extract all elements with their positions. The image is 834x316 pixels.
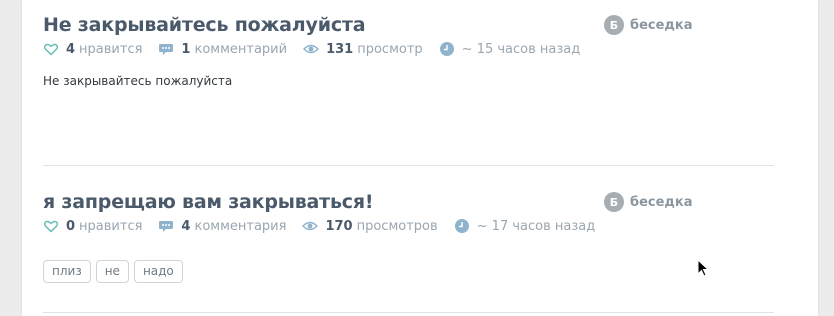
divider — [43, 312, 774, 313]
like-button[interactable]: 4 нравится — [43, 41, 142, 57]
clock-icon — [454, 219, 469, 233]
comments-link[interactable]: 4 комментария — [158, 218, 286, 234]
eye-icon — [303, 44, 320, 54]
category-link[interactable]: Б беседка — [604, 192, 693, 212]
comments-count: 1 — [181, 41, 191, 57]
comments-label: комментарий — [194, 41, 288, 57]
post-time: ~ 15 часов назад — [461, 41, 581, 57]
tag[interactable]: не — [95, 260, 129, 283]
mouse-cursor-icon — [697, 259, 709, 277]
time-stat: ~ 17 часов назад — [454, 218, 596, 234]
comments-count: 4 — [181, 218, 191, 234]
time-stat: ~ 15 часов назад — [439, 41, 581, 57]
views-label: просмотр — [357, 41, 423, 57]
views-count: 131 — [326, 41, 354, 57]
views-stat: 131 просмотр — [303, 41, 423, 57]
views-stat: 170 просмотров — [302, 218, 438, 234]
likes-label: нравится — [79, 41, 143, 57]
eye-icon — [302, 221, 319, 231]
category-link[interactable]: Б беседка — [604, 15, 693, 35]
category-letter-badge: Б — [604, 192, 624, 212]
speech-bubble-icon — [159, 221, 174, 232]
likes-count: 4 — [66, 41, 76, 57]
comments-label: комментария — [194, 218, 287, 234]
category-label: беседка — [630, 17, 693, 33]
tag[interactable]: плиз — [43, 260, 91, 283]
likes-count: 0 — [66, 218, 76, 234]
speech-bubble-icon — [159, 44, 174, 55]
post-body: Не закрывайтесь пожалуйста — [43, 74, 233, 88]
post-title-link[interactable]: я запрещаю вам закрываться! — [43, 191, 374, 213]
post-time: ~ 17 часов назад — [476, 218, 596, 234]
comments-link[interactable]: 1 комментарий — [158, 41, 287, 57]
post-meta: 0 нравится 4 комментария 170 просмотров — [43, 218, 611, 234]
clock-icon — [439, 42, 454, 56]
heart-outline-icon — [43, 220, 59, 233]
heart-outline-icon — [43, 43, 59, 56]
tag-list: плиз не надо — [43, 260, 188, 283]
post-meta: 4 нравится 1 комментарий 131 просмотр ~ … — [43, 41, 596, 57]
category-letter-badge: Б — [604, 15, 624, 35]
post-title-link[interactable]: Не закрывайтесь пожалуйста — [43, 14, 366, 36]
views-label: просмотров — [356, 218, 438, 234]
views-count: 170 — [325, 218, 353, 234]
likes-label: нравится — [79, 218, 143, 234]
category-label: беседка — [630, 194, 693, 210]
divider — [43, 165, 774, 166]
like-button[interactable]: 0 нравится — [43, 218, 142, 234]
tag[interactable]: надо — [133, 260, 183, 283]
